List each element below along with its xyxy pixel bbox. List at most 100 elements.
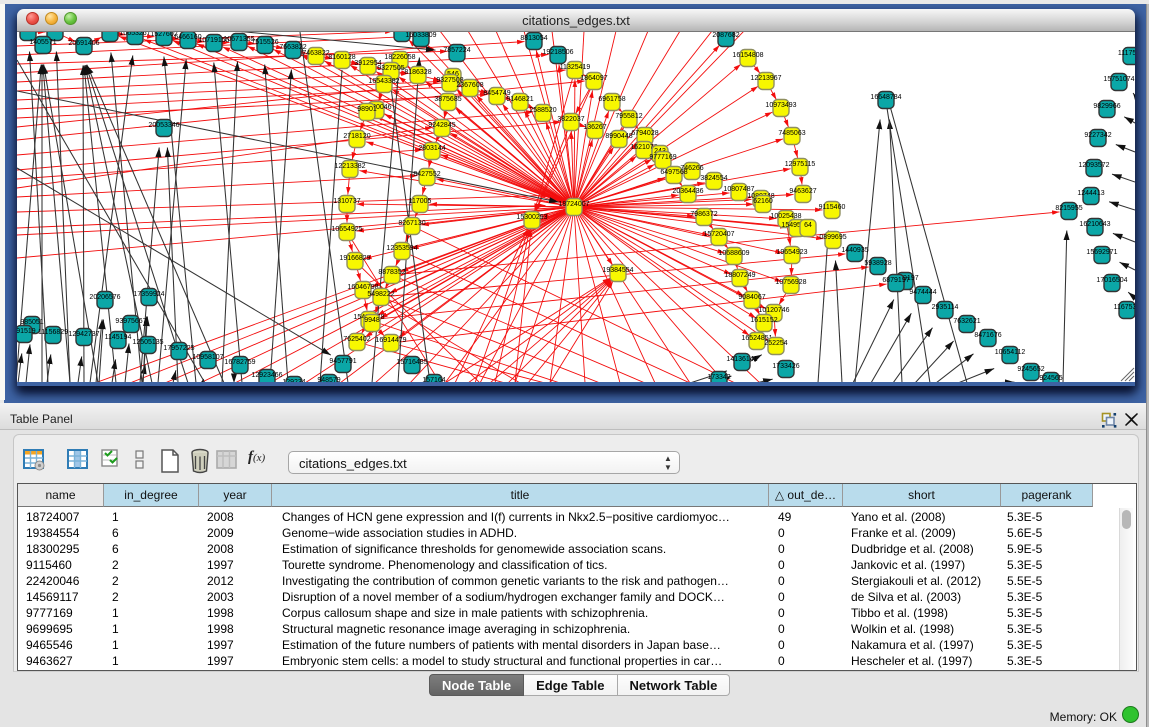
svg-text:15300293: 15300293 <box>516 214 547 221</box>
svg-text:17016504: 17016504 <box>1096 277 1127 284</box>
svg-text:10120746: 10120746 <box>758 307 789 314</box>
svg-text:19055721: 19055721 <box>17 32 44 33</box>
svg-text:18807249: 18807249 <box>724 272 755 279</box>
svg-text:12942737: 12942737 <box>68 331 99 338</box>
svg-text:8878352: 8878352 <box>378 269 405 276</box>
svg-text:16543382: 16543382 <box>368 78 399 85</box>
svg-text:10671355: 10671355 <box>223 36 254 43</box>
svg-text:8427552: 8427552 <box>413 171 440 178</box>
svg-text:12353594: 12353594 <box>386 245 417 252</box>
svg-text:9777169: 9777169 <box>649 154 676 161</box>
svg-text:1310737: 1310737 <box>333 198 360 205</box>
svg-text:9084067: 9084067 <box>738 294 765 301</box>
svg-text:2069140: 2069140 <box>41 32 68 33</box>
svg-text:1864097: 1864097 <box>580 75 607 82</box>
svg-text:8160128: 8160128 <box>328 54 355 61</box>
svg-text:10654112: 10654112 <box>995 349 1026 356</box>
svg-text:12213967: 12213967 <box>750 75 781 82</box>
svg-text:9245652: 9245652 <box>1017 366 1044 373</box>
svg-text:7485063: 7485063 <box>778 130 805 137</box>
svg-text:10688609: 10688609 <box>718 250 749 257</box>
svg-text:6879197: 6879197 <box>882 277 909 284</box>
svg-text:17957225: 17957225 <box>163 345 194 352</box>
svg-text:15692971: 15692971 <box>1086 249 1117 256</box>
svg-text:19166829: 19166829 <box>339 255 370 262</box>
svg-text:7955812: 7955812 <box>615 113 642 120</box>
svg-text:157164: 157164 <box>422 377 445 382</box>
svg-text:98901: 98901 <box>357 106 377 113</box>
svg-text:9227342: 9227342 <box>1084 132 1111 139</box>
svg-text:62160: 62160 <box>753 198 773 205</box>
svg-text:2367608: 2367608 <box>456 82 483 89</box>
svg-text:10653267: 10653267 <box>119 32 150 37</box>
svg-text:12093572: 12093572 <box>1078 162 1109 169</box>
svg-text:12213382: 12213382 <box>334 163 365 170</box>
svg-text:7632621: 7632621 <box>953 318 980 325</box>
svg-text:12975115: 12975115 <box>785 161 816 168</box>
svg-text:10756928: 10756928 <box>775 279 806 286</box>
svg-text:10958107: 10958107 <box>192 354 223 361</box>
svg-text:8186328: 8186328 <box>404 69 431 76</box>
svg-text:9146821: 9146821 <box>506 96 533 103</box>
svg-text:3822037: 3822037 <box>557 116 584 123</box>
svg-text:8990448: 8990448 <box>605 133 632 140</box>
svg-text:20206576: 20206576 <box>89 294 120 301</box>
svg-text:8267130: 8267130 <box>398 220 425 227</box>
svg-text:14136141: 14136141 <box>726 356 757 363</box>
svg-text:9948: 9948 <box>364 317 380 324</box>
svg-text:19654923: 19654923 <box>776 249 807 256</box>
svg-text:11156829: 11156829 <box>38 329 68 336</box>
svg-text:15720407: 15720407 <box>703 231 734 238</box>
svg-text:1615152: 1615152 <box>750 317 777 324</box>
svg-text:5498222: 5498222 <box>367 291 394 298</box>
svg-text:15716485: 15716485 <box>396 359 427 366</box>
svg-text:6961758: 6961758 <box>598 96 625 103</box>
svg-text:19384554: 19384554 <box>602 267 633 274</box>
svg-text:1440935: 1440935 <box>841 247 868 254</box>
svg-text:7986372: 7986372 <box>690 211 717 218</box>
svg-text:7625402: 7625402 <box>343 336 370 343</box>
svg-text:9829966: 9829966 <box>1093 103 1120 110</box>
svg-text:136267: 136267 <box>583 124 606 131</box>
svg-text:1117533: 1117533 <box>1118 50 1135 57</box>
svg-text:6497568: 6497568 <box>660 169 687 176</box>
svg-text:18724007: 18724007 <box>558 201 589 208</box>
svg-text:7515526: 7515526 <box>251 39 278 46</box>
svg-text:16210643: 16210643 <box>1079 221 1110 228</box>
svg-text:16033809: 16033809 <box>405 32 436 39</box>
svg-text:2935114: 2935114 <box>932 304 959 311</box>
svg-text:1167533: 1167533 <box>1114 304 1135 311</box>
svg-text:6794028: 6794028 <box>631 130 658 137</box>
svg-text:948579: 948579 <box>317 377 340 382</box>
svg-text:9463627: 9463627 <box>789 188 816 195</box>
svg-text:20053346: 20053346 <box>148 122 179 129</box>
svg-text:20364436: 20364436 <box>672 188 703 195</box>
svg-text:93975667: 93975667 <box>115 318 146 325</box>
svg-text:2718120: 2718120 <box>343 133 370 140</box>
svg-text:9115460: 9115460 <box>819 204 846 211</box>
svg-text:19218506: 19218506 <box>542 49 573 56</box>
svg-text:8471676: 8471676 <box>974 332 1001 339</box>
svg-text:64: 64 <box>804 222 812 229</box>
svg-text:20691406: 20691406 <box>68 40 99 47</box>
svg-text:391519: 391519 <box>17 328 36 335</box>
svg-text:12923466: 12923466 <box>251 372 282 379</box>
svg-text:5938928: 5938928 <box>864 260 891 267</box>
svg-text:9457791: 9457791 <box>329 358 356 365</box>
svg-text:11325419: 11325419 <box>560 64 591 71</box>
svg-text:7463822: 7463822 <box>302 50 329 57</box>
svg-text:3875685: 3875685 <box>434 96 461 103</box>
svg-text:1145194: 1145194 <box>105 334 132 341</box>
svg-text:9474444: 9474444 <box>909 289 936 296</box>
svg-text:1405571: 1405571 <box>29 39 56 46</box>
svg-text:8215955: 8215955 <box>1055 205 1082 212</box>
svg-text:2588520: 2588520 <box>529 107 556 114</box>
svg-text:2087682: 2087682 <box>712 32 739 39</box>
svg-text:16914479: 16914479 <box>375 337 406 344</box>
svg-text:7857224: 7857224 <box>443 47 470 54</box>
svg-text:1733426: 1733426 <box>772 363 799 370</box>
svg-text:117005: 117005 <box>409 198 432 205</box>
svg-text:17359924: 17359924 <box>133 291 164 298</box>
svg-text:16154808: 16154808 <box>732 52 763 59</box>
svg-text:16648784: 16648784 <box>870 94 901 101</box>
